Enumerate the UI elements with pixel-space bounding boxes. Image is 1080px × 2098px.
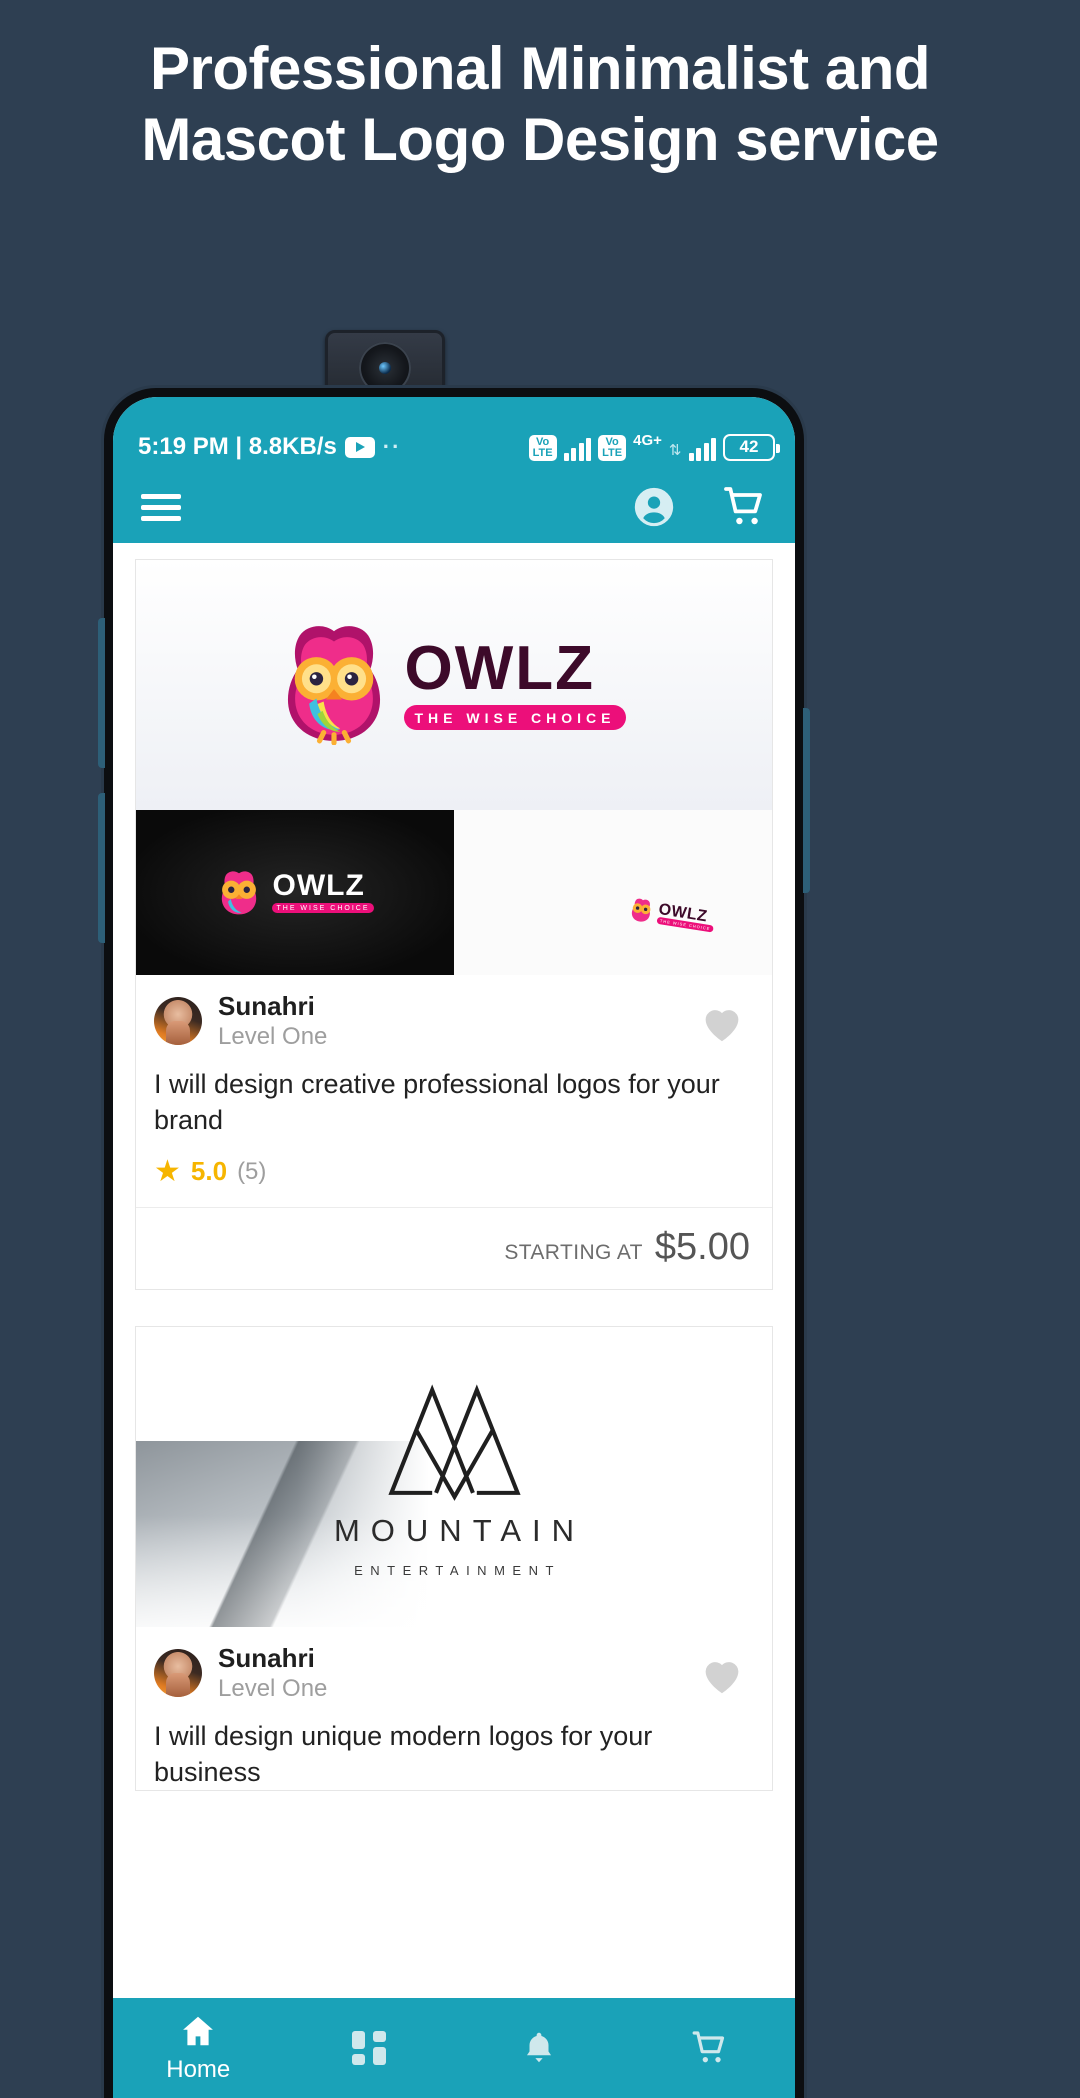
phone-device-frame: 5:19 PM | 8.8KB/s ·· Vo LTE Vo LTE 4G+ ⇅ 4… (98, 388, 810, 2098)
volume-down-button[interactable] (98, 793, 105, 943)
review-count: (5) (237, 1157, 267, 1185)
seller-row[interactable]: Sunahri Level One (136, 975, 772, 1057)
status-bar-right: Vo LTE Vo LTE 4G+ ⇅ 42 (528, 432, 780, 461)
headline-line-1: Professional Minimalist and (149, 35, 931, 102)
app-bar-actions (631, 483, 769, 531)
battery-indicator: 42 (723, 434, 780, 461)
page-title: Professional Minimalist and Mascot Logo … (0, 34, 1080, 176)
cart-icon (692, 2031, 724, 2063)
owlz-wordmark: OWLZ THE WISE CHOICE (404, 634, 626, 730)
gig-media-gallery[interactable]: MOUNTAIN ENTERTAINMENT (136, 1327, 772, 1628)
owlz-dark-preview: OWLZ THE WISE CHOICE (136, 810, 454, 975)
owlz-wordmark-small: OWLZ THE WISE CHOICE (272, 868, 374, 914)
nav-item-home-label: Home (166, 2056, 231, 2083)
mountain-peaks-icon (387, 1384, 521, 1502)
nav-item-categories[interactable] (284, 2031, 455, 2065)
avatar (154, 1649, 202, 1698)
youtube-icon (344, 436, 375, 458)
business-card-wordmark: OWLZ THE WISE CHOICE (656, 901, 716, 933)
nav-item-notifications[interactable] (454, 2029, 625, 2067)
data-transfer-icon: ⇅ (668, 442, 682, 459)
seller-level: Level One (218, 1023, 328, 1051)
price-value: $5.00 (654, 1226, 750, 1269)
notification-dots-icon: ·· (382, 434, 402, 459)
price-label: STARTING AT (504, 1241, 643, 1265)
home-icon (183, 2016, 214, 2046)
bottom-navigation-bar: Home (113, 1998, 795, 2098)
owlz-secondary-previews: OWLZ THE WISE CHOICE OWLZ THE WISE CHOIC… (136, 810, 772, 975)
app-bar (113, 471, 795, 543)
owl-mascot-icon (288, 626, 381, 745)
owl-mascot-icon-tiny (631, 898, 651, 922)
seller-name: Sunahri (218, 1643, 315, 1674)
account-circle-icon[interactable] (631, 484, 677, 530)
status-bar: 5:19 PM | 8.8KB/s ·· Vo LTE Vo LTE 4G+ ⇅ 4… (113, 397, 795, 471)
owlz-tagline: THE WISE CHOICE (404, 704, 626, 730)
price-row: STARTING AT $5.00 (136, 1208, 772, 1289)
seller-row[interactable]: Sunahri Level One (136, 1627, 772, 1709)
nav-item-cart[interactable] (625, 2028, 796, 2068)
mountain-logo-hero: MOUNTAIN ENTERTAINMENT (136, 1327, 772, 1628)
gig-media-gallery[interactable]: OWLZ THE WISE CHOICE OWLZ THE WISE CHOIC… (136, 560, 772, 975)
network-type-label: 4G+ (633, 432, 662, 449)
volume-up-button[interactable] (98, 618, 105, 768)
power-button[interactable] (803, 708, 810, 893)
categories-grid-icon (351, 2031, 386, 2065)
seller-meta: Sunahri Level One (218, 1643, 327, 1703)
status-bar-left: 5:19 PM | 8.8KB/s ·· (138, 433, 401, 461)
volte-icon-sim1: Vo LTE (528, 435, 557, 461)
heart-icon[interactable] (700, 1655, 744, 1700)
headline-line-2: Mascot Logo Design service (141, 105, 939, 173)
owlz-logo-text: OWLZ (404, 634, 595, 704)
owlz-logo-hero: OWLZ THE WISE CHOICE (136, 560, 772, 810)
mountain-logo-text: MOUNTAIN (333, 1513, 586, 1549)
promo-screenshot: Professional Minimalist and Mascot Logo … (0, 0, 1080, 2098)
hamburger-menu-icon[interactable] (141, 488, 181, 527)
seller-name: Sunahri (218, 991, 315, 1021)
gig-title[interactable]: I will design unique modern logos for yo… (136, 1709, 772, 1790)
owl-mascot-icon-small (222, 871, 257, 915)
seller-level: Level One (218, 1675, 328, 1703)
signal-bars-sim1 (563, 435, 592, 461)
mountain-tagline: ENTERTAINMENT (354, 1563, 561, 1579)
volte-icon-sim2: Vo LTE (598, 435, 627, 461)
gig-card[interactable]: MOUNTAIN ENTERTAINMENT Sunahri Level One (135, 1326, 773, 1792)
gig-list[interactable]: OWLZ THE WISE CHOICE OWLZ THE WISE CHOIC… (113, 543, 795, 2098)
rating-row: ★ 5.0 (5) (136, 1138, 772, 1209)
rating-value: 5.0 (190, 1156, 228, 1187)
gig-title[interactable]: I will design creative professional logo… (136, 1057, 772, 1138)
shopping-cart-icon[interactable] (721, 483, 769, 531)
owlz-tagline-small: THE WISE CHOICE (272, 903, 374, 914)
owlz-logo-text-small: OWLZ (272, 868, 365, 902)
seller-meta: Sunahri Level One (218, 991, 327, 1051)
bell-icon (527, 2032, 552, 2063)
gig-card[interactable]: OWLZ THE WISE CHOICE OWLZ THE WISE CHOIC… (135, 559, 773, 1291)
avatar (154, 996, 202, 1045)
signal-bars-sim2 (688, 435, 716, 461)
phone-screen: 5:19 PM | 8.8KB/s ·· Vo LTE Vo LTE 4G+ ⇅ 4… (113, 397, 795, 2098)
status-time-and-speed: 5:19 PM | 8.8KB/s (138, 433, 337, 460)
camera-lens-icon (359, 341, 411, 394)
owlz-businesscard-preview: OWLZ THE WISE CHOICE (454, 810, 772, 975)
heart-icon[interactable] (700, 1003, 744, 1048)
nav-item-home[interactable]: Home (113, 2012, 284, 2084)
star-icon: ★ (154, 1154, 181, 1188)
business-card-mockup (454, 810, 772, 975)
